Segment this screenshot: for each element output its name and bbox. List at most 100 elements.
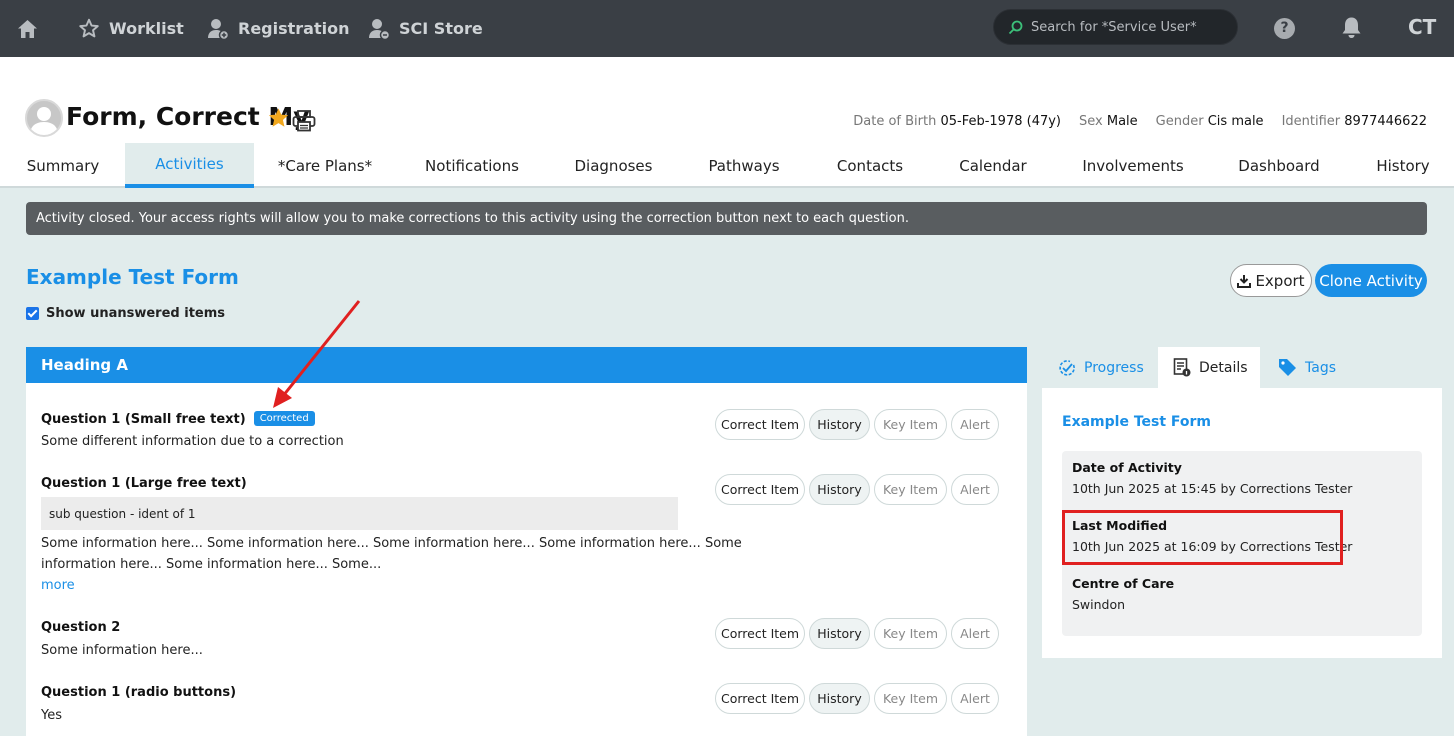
centre-of-care-label: Centre of Care xyxy=(1072,576,1175,591)
correct-item-button[interactable]: Correct Item xyxy=(715,474,805,505)
correct-item-button[interactable]: Correct Item xyxy=(715,409,805,440)
user-add-icon xyxy=(208,18,229,40)
identifier-value: 8977446622 xyxy=(1344,114,1427,129)
question-label: Question 1 (Small free text) Corrected xyxy=(41,411,315,427)
history-button[interactable]: History xyxy=(809,409,870,440)
section-heading: Heading A xyxy=(26,347,1027,383)
tab-notifications[interactable]: Notifications xyxy=(416,143,528,188)
question-actions: Correct Item History Key Item Alert xyxy=(715,683,999,714)
star-icon xyxy=(79,18,99,38)
date-of-activity-label: Date of Activity xyxy=(1072,460,1182,475)
tab-summary[interactable]: Summary xyxy=(18,143,108,188)
sci-store-nav[interactable]: SCI Store xyxy=(368,0,483,57)
details-document-icon xyxy=(1173,358,1191,377)
dob-value: 05-Feb-1978 (47y) xyxy=(940,114,1062,129)
question-answer: Some different information due to a corr… xyxy=(41,434,344,449)
details-label: Details xyxy=(1199,359,1248,376)
side-panel-tabs: Progress Details Tags xyxy=(1042,347,1442,388)
export-label: Export xyxy=(1255,271,1305,290)
alert-button[interactable]: Alert xyxy=(951,683,999,714)
question-actions: Correct Item History Key Item Alert xyxy=(715,474,999,505)
sub-question: sub question - ident of 1 xyxy=(41,497,678,530)
help-icon[interactable]: ? xyxy=(1274,18,1295,39)
export-button[interactable]: Export xyxy=(1230,264,1312,297)
download-icon xyxy=(1237,274,1252,288)
alert-button[interactable]: Alert xyxy=(951,474,999,505)
user-menu[interactable]: CT xyxy=(1408,15,1436,39)
sex-value: Male xyxy=(1106,114,1138,129)
corrected-badge: Corrected xyxy=(253,411,315,426)
key-item-button[interactable]: Key Item xyxy=(874,409,947,440)
sex-label: Sex xyxy=(1079,114,1103,129)
search-placeholder: Search for *Service User* xyxy=(1031,19,1197,35)
date-of-activity-value: 10th Jun 2025 at 15:45 by Corrections Te… xyxy=(1072,481,1353,496)
worklist-label: Worklist xyxy=(109,19,184,38)
clone-activity-button[interactable]: Clone Activity xyxy=(1315,264,1427,297)
correct-item-button[interactable]: Correct Item xyxy=(715,618,805,649)
favourite-button[interactable] xyxy=(267,107,290,133)
checkbox-checked-icon[interactable] xyxy=(26,307,39,320)
search-icon xyxy=(1008,20,1023,34)
form-title: Example Test Form xyxy=(26,265,239,289)
question-answer: Yes xyxy=(41,708,62,723)
key-item-button[interactable]: Key Item xyxy=(874,474,947,505)
printer-icon xyxy=(292,110,316,132)
tag-icon xyxy=(1279,359,1296,376)
identifier-label: Identifier xyxy=(1281,114,1341,129)
progress-check-icon xyxy=(1059,359,1075,376)
user-store-icon xyxy=(369,18,390,40)
bell-icon xyxy=(1342,17,1361,38)
tab-tags[interactable]: Tags xyxy=(1278,347,1336,388)
more-link[interactable]: more xyxy=(41,578,75,593)
question-label: Question 1 (radio buttons) xyxy=(41,685,237,700)
tab-history[interactable]: History xyxy=(1370,143,1436,188)
alert-button[interactable]: Alert xyxy=(951,409,999,440)
tab-diagnoses[interactable]: Diagnoses xyxy=(566,143,661,188)
key-item-button[interactable]: Key Item xyxy=(874,618,947,649)
tab-details[interactable]: Details xyxy=(1158,347,1260,388)
home-button[interactable] xyxy=(17,0,47,57)
question-label: Question 2 xyxy=(41,620,121,635)
form-panel: Heading A Question 1 (Small free text) Co… xyxy=(26,347,1027,736)
registration-nav[interactable]: Registration xyxy=(207,0,349,57)
registration-label: Registration xyxy=(238,19,350,38)
tab-progress[interactable]: Progress xyxy=(1058,347,1144,388)
question-answer-continued: information here... Some information her… xyxy=(41,557,382,572)
gender-label: Gender xyxy=(1155,114,1204,129)
tab-activities[interactable]: Activities xyxy=(125,143,254,188)
patient-header: Form, Correct My Date of Birth 05-Feb-19… xyxy=(0,57,1454,188)
details-form-title: Example Test Form xyxy=(1062,414,1212,430)
tab-contacts[interactable]: Contacts xyxy=(828,143,912,188)
history-button[interactable]: History xyxy=(809,618,870,649)
question-actions: Correct Item History Key Item Alert xyxy=(715,409,999,440)
question-answer: Some information here... Some informatio… xyxy=(41,536,742,551)
worklist-nav[interactable]: Worklist xyxy=(78,0,184,57)
history-button[interactable]: History xyxy=(809,474,870,505)
tab-involvements[interactable]: Involvements xyxy=(1076,143,1190,188)
top-nav-bar: Worklist Registration SCI Store Search f… xyxy=(0,0,1454,57)
gender-value: Cis male xyxy=(1207,114,1264,129)
centre-of-care-value: Swindon xyxy=(1072,597,1126,612)
avatar xyxy=(25,99,63,137)
dob-label: Date of Birth xyxy=(853,114,937,129)
print-button[interactable] xyxy=(292,110,316,136)
patient-tabs: Summary Activities *Care Plans* Notifica… xyxy=(0,143,1454,188)
demographics: Date of Birth 05-Feb-1978 (47y) Sex Male… xyxy=(853,114,1427,129)
activity-closed-notice: Activity closed. Your access rights will… xyxy=(26,202,1427,235)
tab-pathways[interactable]: Pathways xyxy=(700,143,788,188)
tab-care-plans[interactable]: *Care Plans* xyxy=(270,143,380,188)
notifications-button[interactable] xyxy=(1341,16,1362,43)
key-item-button[interactable]: Key Item xyxy=(874,683,947,714)
person-icon xyxy=(30,107,58,135)
alert-button[interactable]: Alert xyxy=(951,618,999,649)
show-unanswered-checkbox[interactable]: Show unanswered items xyxy=(26,306,225,321)
service-user-search-input[interactable]: Search for *Service User* xyxy=(993,9,1238,45)
star-filled-icon xyxy=(268,108,289,127)
tab-calendar[interactable]: Calendar xyxy=(952,143,1034,188)
history-button[interactable]: History xyxy=(809,683,870,714)
question-answer: Some information here... xyxy=(41,643,203,658)
show-unanswered-label: Show unanswered items xyxy=(46,306,226,321)
progress-label: Progress xyxy=(1084,359,1144,376)
correct-item-button[interactable]: Correct Item xyxy=(715,683,805,714)
tab-dashboard[interactable]: Dashboard xyxy=(1230,143,1328,188)
